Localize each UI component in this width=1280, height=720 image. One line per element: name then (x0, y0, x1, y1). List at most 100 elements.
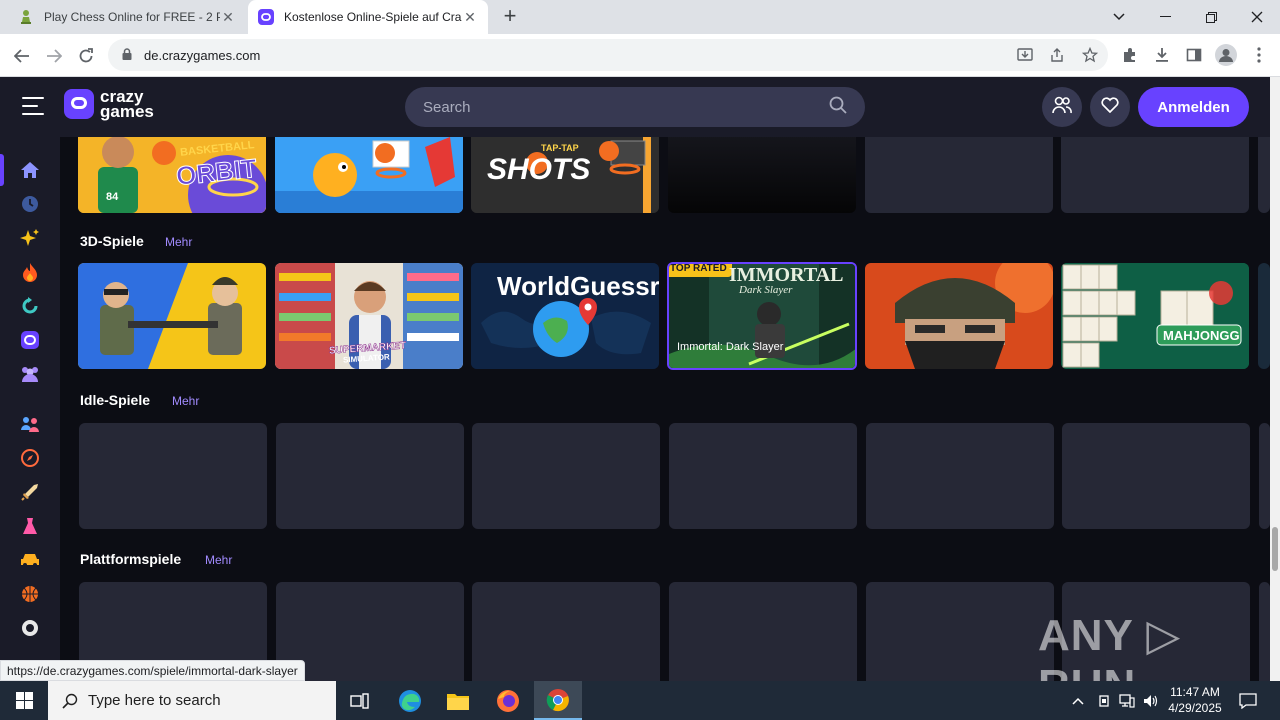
back-arrow-icon[interactable] (8, 42, 36, 70)
game-tile-tap-tap-shots[interactable]: TAP-TAP SHOTS (471, 137, 659, 213)
new-sparkle-icon[interactable] (18, 226, 42, 250)
game-tile-placeholder[interactable] (669, 582, 857, 681)
game-tile-placeholder[interactable] (866, 582, 1054, 681)
game-tile-loading[interactable] (668, 137, 856, 213)
multiplayer-icon[interactable] (18, 362, 42, 386)
close-icon[interactable]: ✕ (220, 9, 236, 26)
network-icon[interactable] (1116, 681, 1138, 720)
top-rated-badge: TOP RATED (669, 264, 732, 277)
window-close-icon[interactable] (1234, 0, 1280, 34)
game-tile-placeholder[interactable] (1259, 423, 1270, 529)
search-icon[interactable] (829, 96, 847, 118)
downloads-icon[interactable] (1149, 42, 1175, 68)
game-tile-placeholder[interactable] (472, 423, 660, 529)
home-icon[interactable] (18, 158, 42, 182)
notification-icon[interactable] (1234, 681, 1262, 720)
game-tile-placeholder[interactable] (1061, 137, 1249, 213)
updated-refresh-icon[interactable] (18, 294, 42, 318)
new-tab-button[interactable]: + (498, 5, 522, 29)
tile-title: TAP-TAP (541, 143, 579, 153)
recent-clock-icon[interactable] (18, 192, 42, 216)
file-explorer-icon[interactable] (434, 681, 482, 720)
game-tile-placeholder[interactable] (472, 582, 660, 681)
more-link-idle[interactable]: Mehr (172, 394, 199, 408)
game-tile-placeholder[interactable] (1062, 423, 1250, 529)
taskbar-clock[interactable]: 11:47 AM 4/29/2025 (1160, 684, 1230, 716)
search-input[interactable] (423, 98, 829, 116)
volume-icon[interactable] (1140, 681, 1162, 720)
tile-title: WorldGuessr (497, 271, 659, 301)
minimize-icon[interactable] (1142, 0, 1188, 34)
car-icon[interactable] (18, 548, 42, 572)
game-tile-placeholder[interactable] (1258, 137, 1270, 213)
game-tile-placeholder[interactable] (79, 423, 267, 529)
crazygames-favicon-icon (258, 9, 274, 25)
favorites-button[interactable] (1090, 87, 1130, 127)
side-panel-icon[interactable] (1181, 42, 1207, 68)
site-search-bar[interactable] (405, 87, 865, 127)
logo-text-line2: games (100, 102, 154, 121)
task-view-icon[interactable] (336, 681, 384, 720)
clock-date: 4/29/2025 (1168, 701, 1222, 715)
game-tile-critical-ops[interactable] (865, 263, 1053, 369)
game-tile-placeholder[interactable] (865, 137, 1053, 213)
crazygames-logo[interactable]: crazy games (64, 88, 154, 121)
menu-toggle-icon[interactable] (22, 97, 44, 117)
close-icon[interactable]: ✕ (462, 9, 478, 26)
extensions-puzzle-icon[interactable] (1117, 42, 1143, 68)
game-tile-placeholder[interactable] (276, 423, 464, 529)
game-grid: BASKETBALL ORBIT 84 TAP-TAP SHOTS 3D-Spi… (60, 137, 1270, 681)
row-title-idle[interactable]: Idle-Spiele (80, 392, 150, 408)
dress-up-icon[interactable] (18, 514, 42, 538)
firefox-icon[interactable] (484, 681, 532, 720)
browser-tab-strip: Play Chess Online for FREE - 2 Pl ✕ Kost… (0, 0, 1280, 34)
tab-crazygames[interactable]: Kostenlose Online-Spiele auf Cra ✕ (248, 0, 488, 34)
taskbar-search-box[interactable]: Type here to search (48, 681, 336, 720)
friends-button[interactable] (1042, 87, 1082, 127)
chrome-menu-icon[interactable] (1246, 42, 1272, 68)
game-tile-supermarket-simulator[interactable]: SUPERMARKET SIMULATOR (275, 263, 463, 369)
more-link-platform[interactable]: Mehr (205, 553, 232, 567)
shooter-art (78, 263, 266, 369)
active-indicator (0, 154, 4, 186)
game-tile-basketball-orbit[interactable]: BASKETBALL ORBIT 84 (78, 137, 266, 213)
billiard-ball-icon[interactable] (18, 616, 42, 640)
game-tile-shooter[interactable] (78, 263, 266, 369)
bookmark-star-icon[interactable] (1077, 42, 1103, 68)
game-tile-immortal-dark-slayer[interactable]: TOP RATED IMMORTAL Dark Slayer Immortal:… (667, 262, 857, 370)
game-tile-placeholder[interactable] (669, 423, 857, 529)
install-app-icon[interactable] (1012, 42, 1038, 68)
row-title-platform[interactable]: Plattformspiele (80, 551, 181, 567)
scrollbar-thumb[interactable] (1272, 527, 1278, 571)
soldier-art (865, 263, 1053, 369)
edge-browser-icon[interactable] (386, 681, 434, 720)
profile-avatar-icon[interactable] (1213, 42, 1239, 68)
row-title-3d[interactable]: 3D-Spiele (80, 233, 144, 249)
tab-search-chevron-icon[interactable] (1096, 0, 1142, 34)
game-tile-placeholder[interactable] (866, 423, 1054, 529)
usb-device-icon[interactable] (1094, 681, 1114, 720)
more-link-3d[interactable]: Mehr (165, 235, 192, 249)
game-tile-basket-battle[interactable] (275, 137, 463, 213)
adventure-compass-icon[interactable] (18, 446, 42, 470)
trending-fire-icon[interactable] (18, 260, 42, 284)
game-tile-partial[interactable] (1258, 263, 1270, 369)
tray-chevron-icon[interactable] (1068, 681, 1088, 720)
tab-chess[interactable]: Play Chess Online for FREE - 2 Pl ✕ (8, 0, 246, 34)
game-tile-worldguessr[interactable]: WorldGuessr (471, 263, 659, 369)
game-tile-mahjongg[interactable]: MAHJONGG (1061, 263, 1249, 369)
address-bar[interactable]: de.crazygames.com (108, 39, 1108, 71)
login-button[interactable]: Anmelden (1138, 87, 1249, 127)
forward-arrow-icon[interactable] (40, 42, 68, 70)
reload-icon[interactable] (72, 42, 100, 70)
two-player-icon[interactable] (18, 412, 42, 436)
windows-start-icon[interactable] (0, 681, 48, 720)
chrome-icon[interactable] (534, 681, 582, 720)
share-icon[interactable] (1044, 42, 1070, 68)
originals-icon[interactable] (18, 328, 42, 352)
action-sword-icon[interactable] (18, 480, 42, 504)
basketball-icon[interactable] (18, 582, 42, 606)
url-text: de.crazygames.com (144, 47, 261, 63)
page-scrollbar[interactable] (1270, 77, 1280, 681)
restore-icon[interactable] (1188, 0, 1234, 34)
